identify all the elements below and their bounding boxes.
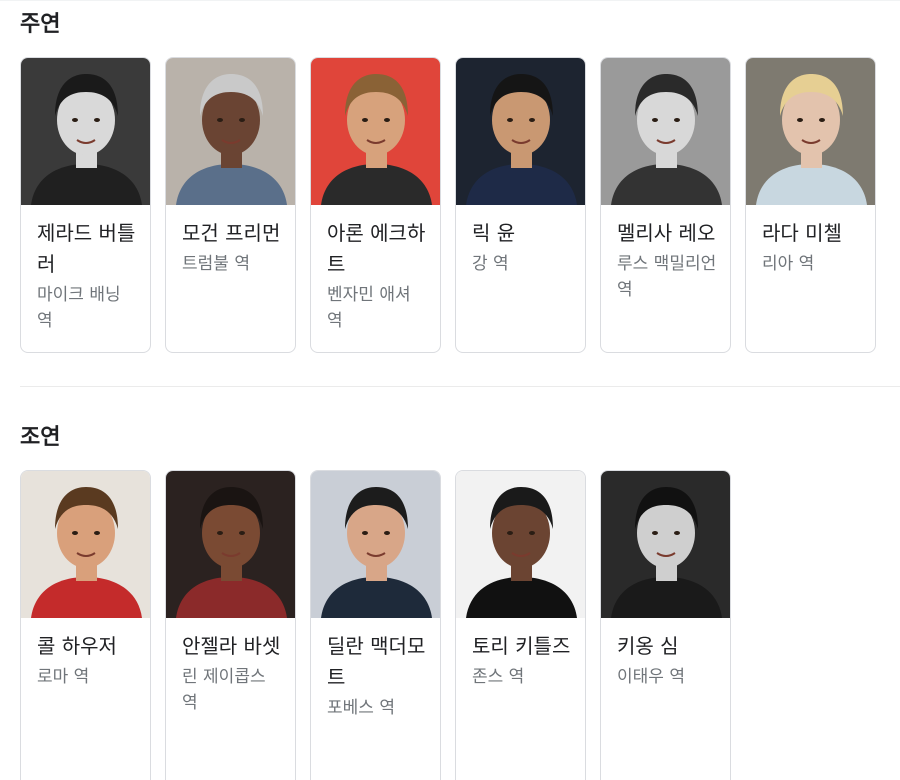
actor-name: 안젤라 바셋: [182, 634, 281, 658]
character-role: 존스 역: [472, 667, 525, 687]
actor-name: 릭 윤: [472, 221, 516, 245]
actor-name: 멜리사 레오: [617, 221, 716, 245]
cast-card[interactable]: 아론 에크하트벤자민 애셔 역: [310, 57, 441, 353]
cast-card[interactable]: 토리 키틀즈존스 역: [455, 470, 586, 780]
actor-photo: [21, 58, 150, 205]
cast-card[interactable]: 콜 하우저로마 역: [20, 470, 151, 780]
main-cast-title: 주연: [20, 12, 61, 37]
actor-name: 라다 미첼: [762, 221, 842, 245]
top-divider: [0, 0, 900, 1]
character-role: 트럼불 역: [182, 254, 250, 274]
actor-name: 모건 프리먼: [182, 221, 281, 245]
actor-name: 토리 키틀즈: [472, 634, 571, 658]
actor-photo: [456, 471, 585, 618]
actor-name: 딜란 맥더모트: [327, 634, 426, 689]
actor-photo: [311, 58, 440, 205]
character-role: 강 역: [472, 254, 509, 274]
cast-card[interactable]: 릭 윤강 역: [455, 57, 586, 353]
character-role: 이태우 역: [617, 667, 685, 687]
character-role: 벤자민 애셔 역: [327, 285, 411, 331]
character-role: 린 제이콥스 역: [182, 667, 266, 713]
actor-photo: [311, 471, 440, 618]
actor-photo: [21, 471, 150, 618]
actor-photo: [601, 58, 730, 205]
main-cast-row: 제라드 버틀러 마이크 배닝 역 모건 프리먼 트럼불 역 아론 에크하트 벤자민 애셔 …: [20, 57, 876, 353]
cast-card[interactable]: 제라드 버틀러마이크 배닝 역: [20, 57, 151, 353]
actor-photo: [746, 58, 875, 205]
actor-name: 제라드 버틀러: [37, 221, 136, 276]
actor-photo: [601, 471, 730, 618]
character-role: 로마 역: [37, 667, 90, 687]
actor-name: 콜 하우저: [37, 634, 117, 658]
cast-card[interactable]: 모건 프리먼트럼불 역: [165, 57, 296, 353]
character-role: 루스 맥밀리언 역: [617, 254, 717, 300]
supporting-cast-title: 조연: [20, 425, 61, 450]
cast-card[interactable]: 키옹 심이태우 역: [600, 470, 731, 780]
cast-card[interactable]: 딜란 맥더모트포베스 역: [310, 470, 441, 780]
actor-photo: [166, 471, 295, 618]
character-role: 마이크 배닝 역: [37, 285, 121, 331]
character-role: 포베스 역: [327, 698, 395, 718]
actor-name: 아론 에크하트: [327, 221, 426, 276]
cast-card[interactable]: 안젤라 바셋린 제이콥스 역: [165, 470, 296, 780]
section-divider: [20, 386, 900, 387]
cast-card[interactable]: 멜리사 레오루스 맥밀리언 역: [600, 57, 731, 353]
cast-card[interactable]: 라다 미첼리아 역: [745, 57, 876, 353]
actor-photo: [456, 58, 585, 205]
character-role: 리아 역: [762, 254, 815, 274]
actor-name: 키옹 심: [617, 634, 679, 658]
supporting-cast-row: 콜 하우저 로마 역 안젤라 바셋 린 제이콥스 역 딜란 맥더모트 포베스 역 토리 키틀…: [20, 470, 731, 780]
actor-photo: [166, 58, 295, 205]
